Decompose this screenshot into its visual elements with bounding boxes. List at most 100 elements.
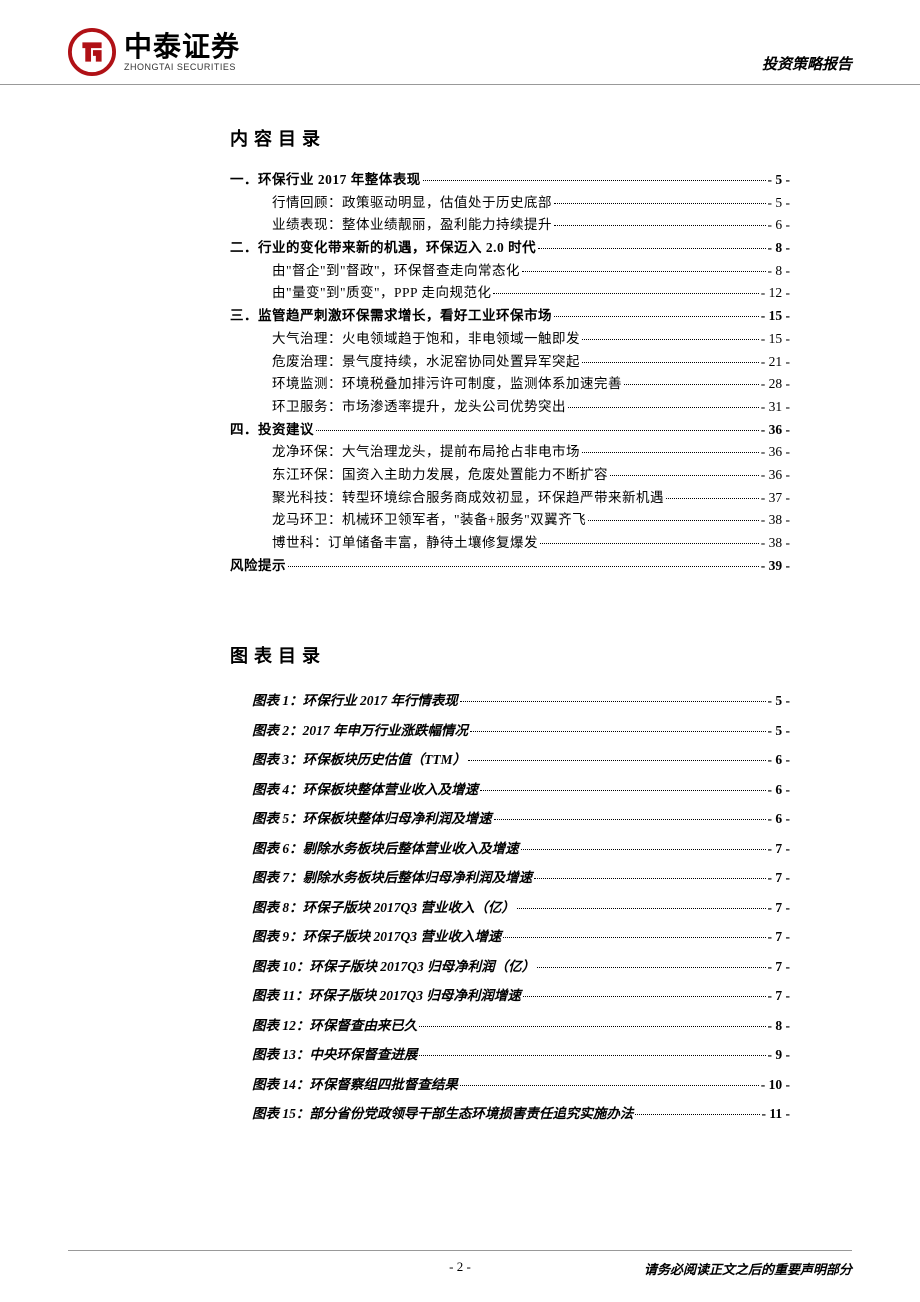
figure-entry-label: 图表 8：环保子版块 2017Q3 营业收入（亿） bbox=[252, 901, 515, 915]
figure-entry-label: 图表 14：环保督察组四批督查结果 bbox=[252, 1078, 458, 1092]
toc-entry-page: - 37 - bbox=[761, 491, 790, 505]
toc-entry-page: - 38 - bbox=[761, 513, 790, 527]
toc-entry: 业绩表现：整体业绩靓丽，盈利能力持续提升- 6 - bbox=[230, 218, 790, 232]
figure-entry: 图表 11：环保子版块 2017Q3 归母净利润增速- 7 - bbox=[230, 989, 790, 1003]
toc-entry: 危废治理：景气度持续，水泥窑协同处置异军突起- 21 - bbox=[230, 355, 790, 369]
toc-entry-page: - 5 - bbox=[768, 173, 791, 187]
figure-entry-label: 图表 12：环保督查由来已久 bbox=[252, 1019, 417, 1033]
toc-entry-label: 由"督企"到"督政"，环保督查走向常态化 bbox=[272, 264, 520, 278]
figure-entry-page: - 7 - bbox=[768, 842, 791, 856]
figures-list: 图表 1：环保行业 2017 年行情表现- 5 - 图表 2：2017 年申万行业… bbox=[230, 694, 790, 1121]
toc-leader-dots bbox=[568, 407, 759, 408]
toc-entry-label: 一．环保行业 2017 年整体表现 bbox=[230, 173, 421, 187]
figure-leader-dots bbox=[635, 1114, 759, 1115]
page-header: 中泰证券 ZHONGTAI SECURITIES 投资策略报告 bbox=[0, 0, 920, 85]
figure-entry: 图表 4：环保板块整体营业收入及增速- 6 - bbox=[230, 783, 790, 797]
figure-entry-page: - 7 - bbox=[768, 930, 791, 944]
figure-entry-page: - 6 - bbox=[768, 783, 791, 797]
toc-entry-label: 四．投资建议 bbox=[230, 423, 314, 437]
toc-leader-dots bbox=[540, 543, 759, 544]
toc-leader-dots bbox=[554, 225, 766, 226]
figure-entry: 图表 3：环保板块历史估值（TTM）- 6 - bbox=[230, 753, 790, 767]
toc-leader-dots bbox=[316, 430, 759, 431]
figure-entry-label: 图表 10：环保子版块 2017Q3 归母净利润（亿） bbox=[252, 960, 535, 974]
figure-leader-dots bbox=[494, 819, 766, 820]
toc-leader-dots bbox=[582, 339, 759, 340]
toc-entry: 聚光科技：转型环境综合服务商成效初显，环保趋严带来新机遇- 37 - bbox=[230, 491, 790, 505]
toc-entry: 四．投资建议- 36 - bbox=[230, 423, 790, 437]
figure-entry: 图表 14：环保督察组四批督查结果- 10 - bbox=[230, 1078, 790, 1092]
toc-leader-dots bbox=[554, 203, 766, 204]
figure-leader-dots bbox=[460, 701, 766, 702]
toc-entry-label: 龙马环卫：机械环卫领军者，"装备+服务"双翼齐飞 bbox=[272, 513, 586, 527]
figure-leader-dots bbox=[419, 1026, 765, 1027]
figure-entry-page: - 7 - bbox=[768, 901, 791, 915]
figure-entry-label: 图表 13：中央环保督查进展 bbox=[252, 1048, 417, 1062]
figure-entry-label: 图表 9：环保子版块 2017Q3 营业收入增速 bbox=[252, 930, 501, 944]
toc-entry-page: - 39 - bbox=[761, 559, 790, 573]
figure-leader-dots bbox=[503, 937, 765, 938]
toc-entry-label: 环境监测：环境税叠加排污许可制度，监测体系加速完善 bbox=[272, 377, 622, 391]
figure-entry-page: - 8 - bbox=[768, 1019, 791, 1033]
toc-entry: 龙净环保：大气治理龙头，提前布局抢占非电市场 - 36 - bbox=[230, 445, 790, 459]
toc-list: 一．环保行业 2017 年整体表现 - 5 - 行情回顾：政策驱动明显，估值处于历史… bbox=[230, 173, 790, 572]
figure-entry-page: - 11 - bbox=[762, 1107, 791, 1121]
toc-leader-dots bbox=[538, 248, 765, 249]
toc-leader-dots bbox=[582, 362, 759, 363]
toc-entry: 二．行业的变化带来新的机遇，环保迈入 2.0 时代 - 8 - bbox=[230, 241, 790, 255]
toc-entry: 风险提示 - 39 - bbox=[230, 559, 790, 573]
figure-entry: 图表 2：2017 年申万行业涨跌幅情况- 5 - bbox=[230, 724, 790, 738]
toc-entry-page: - 31 - bbox=[761, 400, 790, 414]
figure-entry-page: - 7 - bbox=[768, 960, 791, 974]
toc-entry-label: 龙净环保：大气治理龙头，提前布局抢占非电市场 bbox=[272, 445, 580, 459]
figure-entry: 图表 10：环保子版块 2017Q3 归母净利润（亿） - 7 - bbox=[230, 960, 790, 974]
toc-entry-label: 环卫服务：市场渗透率提升，龙头公司优势突出 bbox=[272, 400, 566, 414]
toc-entry: 行情回顾：政策驱动明显，估值处于历史底部- 5 - bbox=[230, 196, 790, 210]
toc-leader-dots bbox=[582, 452, 759, 453]
toc-leader-dots bbox=[666, 498, 759, 499]
toc-entry-page: - 6 - bbox=[768, 218, 791, 232]
figure-entry: 图表 15：部分省份党政领导干部生态环境损害责任追究实施办法 - 11 - bbox=[230, 1107, 790, 1121]
figure-entry-page: - 5 - bbox=[768, 724, 791, 738]
figure-entry: 图表 6：剔除水务板块后整体营业收入及增速- 7 - bbox=[230, 842, 790, 856]
toc-entry-page: - 36 - bbox=[761, 468, 790, 482]
figure-leader-dots bbox=[468, 760, 765, 761]
toc-entry-label: 二．行业的变化带来新的机遇，环保迈入 2.0 时代 bbox=[230, 241, 536, 255]
toc-leader-dots bbox=[610, 475, 759, 476]
toc-leader-dots bbox=[423, 180, 766, 181]
toc-entry-label: 风险提示 bbox=[230, 559, 286, 573]
figure-leader-dots bbox=[523, 996, 766, 997]
toc-entry-label: 由"量变"到"质变"，PPP 走向规范化 bbox=[272, 286, 491, 300]
figure-entry-page: - 9 - bbox=[768, 1048, 791, 1062]
toc-entry: 一．环保行业 2017 年整体表现 - 5 - bbox=[230, 173, 790, 187]
toc-entry-page: - 8 - bbox=[768, 241, 791, 255]
page-number: - 2 - bbox=[449, 1259, 471, 1275]
toc-entry-page: - 15 - bbox=[761, 309, 790, 323]
figure-entry: 图表 1：环保行业 2017 年行情表现- 5 - bbox=[230, 694, 790, 708]
toc-entry-label: 三．监管趋严刺激环保需求增长，看好工业环保市场 bbox=[230, 309, 552, 323]
toc-entry-page: - 36 - bbox=[761, 445, 790, 459]
toc-entry-page: - 38 - bbox=[761, 536, 790, 550]
toc-entry-page: - 12 - bbox=[761, 286, 790, 300]
figure-entry: 图表 7：剔除水务板块后整体归母净利润及增速 - 7 - bbox=[230, 871, 790, 885]
toc-entry: 龙马环卫：机械环卫领军者，"装备+服务"双翼齐飞 - 38 - bbox=[230, 513, 790, 527]
toc-entry: 三．监管趋严刺激环保需求增长，看好工业环保市场 - 15 - bbox=[230, 309, 790, 323]
figures-title: 图表目录 bbox=[230, 642, 790, 668]
figure-entry-label: 图表 11：环保子版块 2017Q3 归母净利润增速 bbox=[252, 989, 521, 1003]
toc-leader-dots bbox=[554, 316, 759, 317]
disclaimer-note: 请务必阅读正文之后的重要声明部分 bbox=[644, 1259, 852, 1278]
figure-entry-label: 图表 15：部分省份党政领导干部生态环境损害责任追究实施办法 bbox=[252, 1107, 633, 1121]
toc-entry-page: - 15 - bbox=[761, 332, 790, 346]
toc-entry: 由"督企"到"督政"，环保督查走向常态化- 8 - bbox=[230, 264, 790, 278]
figure-entry-page: - 7 - bbox=[768, 871, 791, 885]
figure-leader-dots bbox=[517, 908, 766, 909]
figure-leader-dots bbox=[419, 1055, 765, 1056]
figure-entry: 图表 12：环保督查由来已久 - 8 - bbox=[230, 1019, 790, 1033]
figure-leader-dots bbox=[480, 790, 765, 791]
figure-entry-page: - 6 - bbox=[768, 753, 791, 767]
figure-entry: 图表 8：环保子版块 2017Q3 营业收入（亿） - 7 - bbox=[230, 901, 790, 915]
figure-entry-label: 图表 7：剔除水务板块后整体归母净利润及增速 bbox=[252, 871, 532, 885]
page-content: 内容目录 一．环保行业 2017 年整体表现- 5 -行情回顾：政策驱动明显，估… bbox=[0, 85, 920, 1121]
logo-en: ZHONGTAI SECURITIES bbox=[124, 63, 240, 72]
figure-entry: 图表 9：环保子版块 2017Q3 营业收入增速 - 7 - bbox=[230, 930, 790, 944]
